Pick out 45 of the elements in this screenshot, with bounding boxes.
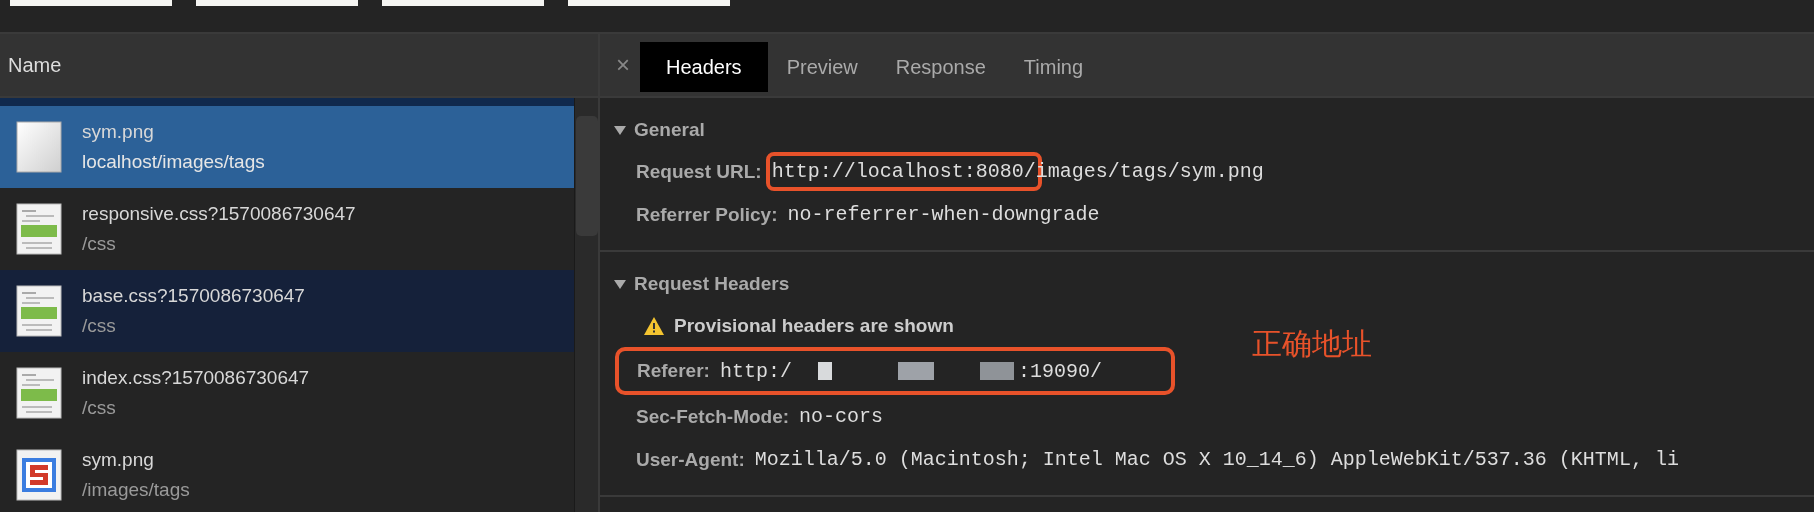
request-name: sym.png <box>82 449 155 471</box>
warning-icon <box>644 316 664 335</box>
request-row[interactable]: index.css?1570086730647 /css <box>0 352 574 434</box>
header-value: no-cors <box>799 405 884 428</box>
request-path: /css <box>82 397 117 419</box>
header-name: Referer: <box>637 360 710 382</box>
close-icon[interactable]: × <box>616 51 630 79</box>
warning-text: Provisional headers are shown <box>674 314 954 337</box>
request-row[interactable]: responsive.css?1570086730647 /css <box>0 188 574 270</box>
section-title[interactable]: Request Headers <box>634 273 790 295</box>
request-row[interactable]: sym.png /images/tags <box>0 434 574 512</box>
request-path: localhost/images/tags <box>82 151 265 173</box>
header-value: no-referrer-when-downgrade <box>787 203 1100 226</box>
disclosure-triangle-icon[interactable] <box>614 279 626 289</box>
tab[interactable]: Preview <box>767 42 877 92</box>
request-name: sym.png <box>82 121 155 143</box>
disclosure-triangle-icon[interactable] <box>614 125 626 135</box>
request-name: responsive.css?1570086730647 <box>82 203 356 225</box>
tab[interactable]: Timing <box>1004 42 1103 92</box>
header-value: :19090/ <box>1017 359 1102 383</box>
css-file-icon <box>16 203 62 255</box>
request-name: index.css?1570086730647 <box>82 367 310 389</box>
tab[interactable]: Response <box>876 42 1005 92</box>
section-title[interactable]: General <box>634 119 705 141</box>
request-row[interactable]: sym.png localhost/images/tags <box>0 106 574 188</box>
scrollbar[interactable] <box>574 98 598 512</box>
request-row[interactable]: base.css?1570086730647 /css <box>0 270 574 352</box>
css-file-icon <box>16 367 62 419</box>
annotation-note: 正确地址 <box>1252 326 1372 362</box>
header-value: Mozilla/5.0 (Macintosh; Intel Mac OS X 10_14_6) AppleWebKit/537.36 (KHTML, li <box>754 448 1679 471</box>
header-name: Referrer Policy: <box>636 203 778 226</box>
column-header[interactable]: Name <box>0 34 598 98</box>
request-path: /images/tags <box>82 479 190 501</box>
blank-file-icon <box>16 121 62 173</box>
header-value: http:/ <box>719 359 792 383</box>
tab[interactable]: Headers <box>640 42 768 92</box>
header-name: Sec-Fetch-Mode: <box>636 405 790 428</box>
request-name: base.css?1570086730647 <box>82 285 305 307</box>
css-file-icon <box>16 285 62 337</box>
header-name: User-Agent: <box>636 448 745 471</box>
request-path: /css <box>82 315 117 337</box>
image-file-icon <box>16 449 62 501</box>
header-name: Request URL: <box>636 160 762 183</box>
request-path: /css <box>82 233 117 255</box>
scrollbar-thumb[interactable] <box>576 116 598 236</box>
